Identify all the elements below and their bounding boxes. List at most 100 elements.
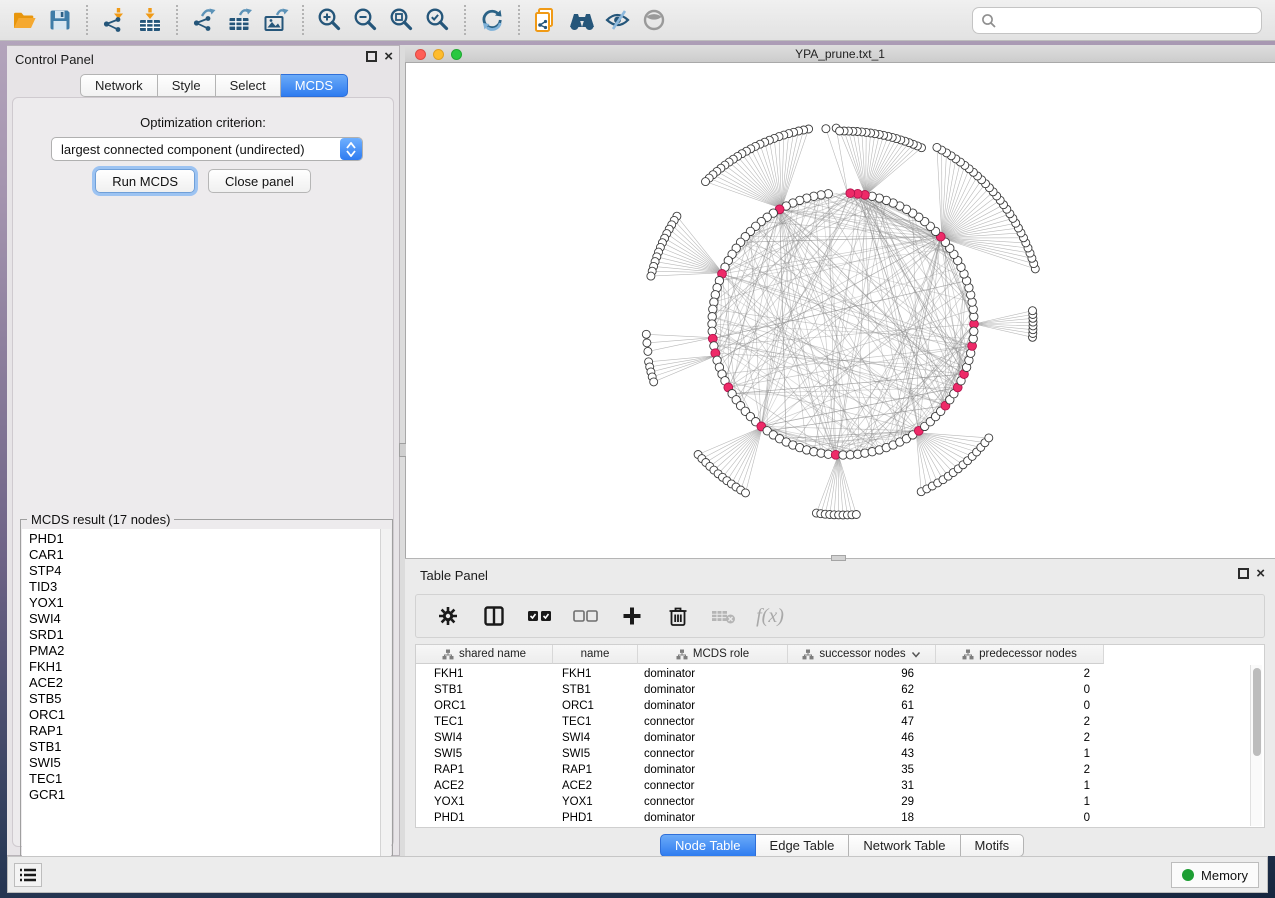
cell-successor-nodes[interactable]: 62 — [788, 684, 936, 696]
cell-shared-name[interactable]: YOX1 — [416, 796, 553, 808]
cell-MCDS-role[interactable]: connector — [638, 796, 788, 808]
cell-name[interactable]: ACE2 — [553, 780, 638, 792]
cell-name[interactable]: ORC1 — [553, 700, 638, 712]
network-node[interactable] — [822, 125, 830, 133]
cell-predecessor-nodes[interactable]: 2 — [936, 764, 1104, 776]
table-row-STB1[interactable]: STB1STB1dominator620 — [416, 682, 1264, 698]
export-table-button[interactable] — [222, 3, 258, 37]
network-node[interactable] — [933, 143, 941, 151]
mcds-result-item[interactable]: TEC1 — [29, 771, 391, 787]
cell-successor-nodes[interactable]: 43 — [788, 748, 936, 760]
cell-shared-name[interactable]: ORC1 — [416, 700, 553, 712]
tab-select[interactable]: Select — [216, 74, 281, 97]
mcds-result-item[interactable]: SRD1 — [29, 627, 391, 643]
table-row-SWI4[interactable]: SWI4SWI4dominator462 — [416, 730, 1264, 746]
table-row-YOX1[interactable]: YOX1YOX1connector291 — [416, 794, 1264, 810]
cell-successor-nodes[interactable]: 61 — [788, 700, 936, 712]
network-node[interactable] — [644, 347, 652, 355]
search-input[interactable] — [1003, 13, 1253, 28]
cell-name[interactable]: YOX1 — [553, 796, 638, 808]
cell-predecessor-nodes[interactable]: 2 — [936, 668, 1104, 680]
table-row-ORC1[interactable]: ORC1ORC1dominator610 — [416, 698, 1264, 714]
tab-network[interactable]: Network — [80, 74, 158, 97]
mcds-result-item[interactable]: PHD1 — [29, 531, 391, 547]
cell-shared-name[interactable]: SWI5 — [416, 748, 553, 760]
cell-shared-name[interactable]: SWI4 — [416, 732, 553, 744]
memory-button[interactable]: Memory — [1171, 862, 1259, 888]
network-canvas[interactable] — [406, 63, 1275, 558]
cell-MCDS-role[interactable]: dominator — [638, 700, 788, 712]
first-neighbors-button[interactable] — [564, 3, 600, 37]
cell-MCDS-role[interactable]: dominator — [638, 764, 788, 776]
tab-node-table[interactable]: Node Table — [660, 834, 756, 857]
new-network-from-selection-button[interactable] — [528, 3, 564, 37]
mcds-result-item[interactable]: SWI5 — [29, 755, 391, 771]
column-header-MCDS-role[interactable]: MCDS role — [638, 645, 788, 664]
mcds-result-item[interactable]: ORC1 — [29, 707, 391, 723]
table-options-gear-button[interactable] — [434, 601, 462, 631]
tab-network-table[interactable]: Network Table — [849, 834, 960, 857]
mcds-result-item[interactable]: STB5 — [29, 691, 391, 707]
close-panel-icon[interactable]: × — [384, 51, 393, 62]
cell-predecessor-nodes[interactable]: 1 — [936, 780, 1104, 792]
cell-name[interactable]: TEC1 — [553, 716, 638, 728]
cell-predecessor-nodes[interactable]: 0 — [936, 812, 1104, 824]
cell-shared-name[interactable]: RAP1 — [416, 764, 553, 776]
export-image-button[interactable] — [258, 3, 294, 37]
cell-shared-name[interactable]: STB1 — [416, 684, 553, 696]
close-panel-icon[interactable]: × — [1256, 568, 1265, 579]
cell-name[interactable]: STB1 — [553, 684, 638, 696]
zoom-out-button[interactable] — [348, 3, 384, 37]
hide-selected-button[interactable] — [600, 3, 636, 37]
float-panel-icon[interactable] — [1238, 568, 1249, 579]
network-node[interactable] — [650, 378, 658, 386]
mcds-result-item[interactable]: STB1 — [29, 739, 391, 755]
run-mcds-button[interactable]: Run MCDS — [95, 169, 195, 193]
tab-edge-table[interactable]: Edge Table — [756, 834, 850, 857]
mcds-result-item[interactable]: ACE2 — [29, 675, 391, 691]
cell-successor-nodes[interactable]: 31 — [788, 780, 936, 792]
cell-MCDS-role[interactable]: dominator — [638, 812, 788, 824]
table-row-ACE2[interactable]: ACE2ACE2connector311 — [416, 778, 1264, 794]
table-row-TEC1[interactable]: TEC1TEC1connector472 — [416, 714, 1264, 730]
tab-motifs[interactable]: Motifs — [961, 834, 1025, 857]
mcds-result-item[interactable]: CAR1 — [29, 547, 391, 563]
select-all-rows-button[interactable] — [526, 601, 554, 631]
table-row-RAP1[interactable]: RAP1RAP1dominator352 — [416, 762, 1264, 778]
table-row-SWI5[interactable]: SWI5SWI5connector431 — [416, 746, 1264, 762]
cell-name[interactable]: FKH1 — [553, 668, 638, 680]
network-node[interactable] — [642, 330, 650, 338]
network-node[interactable] — [970, 327, 978, 335]
table-row-FKH1[interactable]: FKH1FKH1dominator962 — [416, 666, 1264, 682]
cell-MCDS-role[interactable]: dominator — [638, 732, 788, 744]
mcds-result-item[interactable]: SWI4 — [29, 611, 391, 627]
tab-mcds[interactable]: MCDS — [281, 74, 348, 97]
table-row-PHD1[interactable]: PHD1PHD1dominator180 — [416, 810, 1264, 826]
network-node[interactable] — [852, 511, 860, 519]
column-chooser-button[interactable] — [480, 601, 508, 631]
network-search-field[interactable] — [972, 7, 1262, 34]
zoom-in-button[interactable] — [312, 3, 348, 37]
network-node-mcds-highlighted[interactable] — [846, 189, 855, 198]
column-header-successor-nodes[interactable]: successor nodes — [788, 645, 936, 664]
mcds-result-item[interactable]: STP4 — [29, 563, 391, 579]
column-header-shared-name[interactable]: shared name — [416, 645, 553, 664]
mcds-result-item[interactable]: RAP1 — [29, 723, 391, 739]
export-network-button[interactable] — [186, 3, 222, 37]
cell-successor-nodes[interactable]: 46 — [788, 732, 936, 744]
cell-predecessor-nodes[interactable]: 0 — [936, 700, 1104, 712]
scrollbar-thumb[interactable] — [1253, 668, 1261, 756]
cell-shared-name[interactable]: FKH1 — [416, 668, 553, 680]
cell-predecessor-nodes[interactable]: 1 — [936, 796, 1104, 808]
mcds-result-item[interactable]: FKH1 — [29, 659, 391, 675]
network-node[interactable] — [1029, 307, 1037, 315]
add-column-button[interactable] — [618, 601, 646, 631]
cell-MCDS-role[interactable]: connector — [638, 716, 788, 728]
mcds-result-item[interactable]: PMA2 — [29, 643, 391, 659]
cell-name[interactable]: RAP1 — [553, 764, 638, 776]
cell-shared-name[interactable]: TEC1 — [416, 716, 553, 728]
network-node[interactable] — [647, 272, 655, 280]
network-node[interactable] — [643, 339, 651, 347]
cell-predecessor-nodes[interactable]: 2 — [936, 716, 1104, 728]
mcds-result-list[interactable]: PHD1CAR1STP4TID3YOX1SWI4SRD1PMA2FKH1ACE2… — [22, 529, 391, 889]
